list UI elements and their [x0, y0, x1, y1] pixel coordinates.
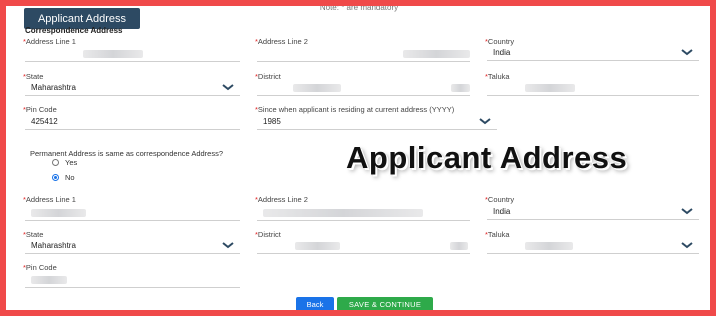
page-frame: Note: * are mandatory Applicant Address … — [0, 0, 716, 316]
redacted-value — [293, 83, 341, 92]
residing-since-value: 1985 — [263, 117, 281, 126]
radio-yes[interactable]: Yes — [52, 158, 77, 167]
back-button[interactable]: Back — [296, 297, 334, 310]
corr-district-select[interactable] — [257, 80, 470, 96]
redacted-value — [525, 83, 575, 92]
radio-no-label: No — [65, 173, 75, 182]
permanent-same-question: Permanent Address is same as corresponde… — [30, 149, 224, 158]
perm-country-label: *Country — [485, 195, 515, 204]
redacted-value — [525, 241, 573, 250]
residing-since-select[interactable]: 1985 — [257, 114, 497, 130]
perm-address-line1-label: *Address Line 1 — [23, 195, 76, 204]
perm-district-select[interactable] — [257, 238, 470, 254]
perm-address-line2-label: *Address Line 2 — [255, 195, 308, 204]
chevron-down-icon — [222, 242, 234, 249]
corr-address-line1-label: *Address Line 1 — [23, 37, 76, 46]
perm-address-line2-field[interactable] — [257, 205, 470, 221]
corr-state-value: Maharashtra — [31, 83, 76, 92]
corr-country-select[interactable]: India — [487, 45, 699, 61]
corr-pin-code-value: 425412 — [31, 117, 58, 126]
save-continue-button[interactable]: SAVE & CONTINUE — [337, 297, 433, 310]
redacted-value — [450, 241, 468, 250]
perm-pin-code-label: *Pin Code — [23, 263, 57, 272]
perm-state-value: Maharashtra — [31, 241, 76, 250]
overlay-caption: Applicant Address — [346, 140, 628, 175]
redacted-value — [295, 241, 340, 250]
corr-taluka-select[interactable] — [487, 80, 699, 96]
perm-country-select[interactable]: India — [487, 204, 699, 220]
perm-state-select[interactable]: Maharashtra — [25, 238, 240, 254]
perm-pin-code-field[interactable] — [25, 272, 240, 288]
corr-address-line1-field[interactable] — [25, 46, 240, 62]
radio-icon[interactable] — [52, 159, 59, 166]
corr-address-line2-field[interactable] — [257, 46, 470, 62]
chevron-down-icon — [681, 208, 693, 215]
radio-icon[interactable] — [52, 174, 59, 181]
perm-taluka-select[interactable] — [487, 238, 699, 254]
corr-address-line2-label: *Address Line 2 — [255, 37, 308, 46]
perm-country-value: India — [493, 207, 511, 216]
redacted-value — [83, 49, 143, 58]
chevron-down-icon — [681, 242, 693, 249]
chevron-down-icon — [479, 118, 491, 125]
perm-address-line1-field[interactable] — [25, 205, 240, 221]
redacted-value — [263, 208, 423, 217]
corr-pin-code-label: *Pin Code — [23, 105, 57, 114]
redacted-value — [31, 275, 67, 284]
redacted-value — [403, 49, 470, 58]
redacted-value — [450, 83, 470, 92]
chevron-down-icon — [222, 84, 234, 91]
radio-yes-label: Yes — [65, 158, 78, 167]
corr-state-select[interactable]: Maharashtra — [25, 80, 240, 96]
radio-no[interactable]: No — [52, 173, 75, 182]
redacted-value — [31, 208, 86, 217]
mandatory-note: Note: * are mandatory — [319, 6, 399, 12]
correspondence-address-heading: Correspondence Address — [25, 26, 123, 35]
corr-pin-code-field[interactable]: 425412 — [25, 114, 240, 130]
residing-since-label: *Since when applicant is residing at cur… — [255, 105, 455, 114]
corr-country-value: India — [493, 48, 511, 57]
chevron-down-icon — [681, 49, 693, 56]
